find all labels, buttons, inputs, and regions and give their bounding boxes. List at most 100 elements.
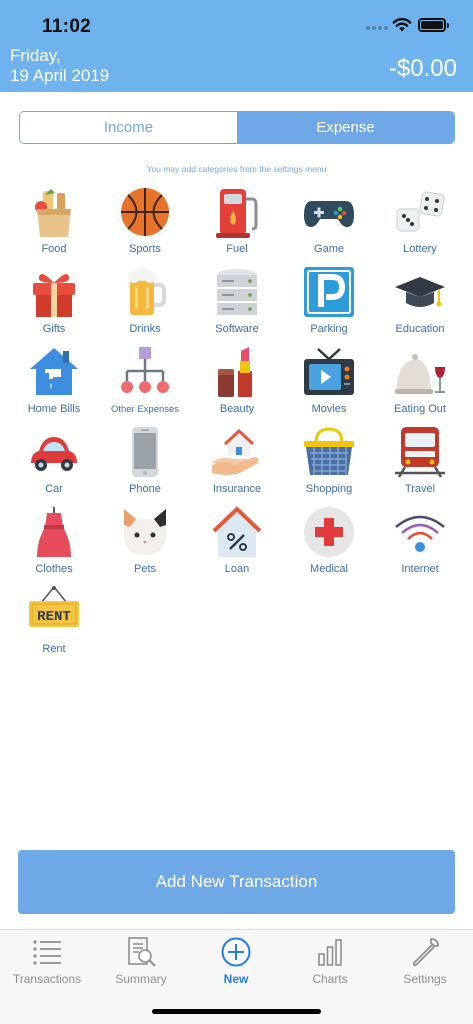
bar-chart-icon (318, 939, 342, 966)
category-medical[interactable]: Medical (283, 505, 375, 585)
category-label: Eating Out (394, 403, 446, 415)
category-label: Phone (129, 483, 161, 495)
tab-charts[interactable]: Charts (283, 936, 377, 992)
category-insurance[interactable]: Insurance (191, 425, 283, 505)
house-percent-icon (212, 506, 262, 557)
category-label: Gifts (42, 323, 66, 335)
add-transaction-button[interactable]: Add New Transaction (18, 850, 455, 914)
tab-settings[interactable]: Settings (378, 936, 472, 992)
hand-house-icon (212, 428, 259, 475)
income-segment[interactable]: Income (20, 112, 237, 143)
category-shopping[interactable]: Shopping (283, 425, 375, 505)
parking-sign-icon (304, 267, 354, 317)
tab-new[interactable]: New (189, 936, 283, 992)
category-label: Drinks (129, 323, 161, 335)
category-label: Shopping (305, 483, 353, 495)
category-label: Parking (310, 323, 348, 335)
total-amount: -$0.00 (388, 55, 457, 82)
date-day: Friday, (10, 46, 61, 65)
gift-icon (33, 274, 75, 317)
house-faucet-icon (30, 348, 78, 395)
category-label: Other Expenses (110, 404, 180, 415)
beer-mug-icon (128, 267, 166, 315)
category-label: Food (41, 243, 67, 255)
tab-transactions[interactable]: Transactions (0, 936, 94, 992)
dress-icon (37, 507, 71, 557)
wifi-icon (392, 17, 412, 32)
rent-sign-icon: RENT (29, 586, 79, 627)
category-loan[interactable]: Loan (191, 505, 283, 585)
lipstick-icon (218, 347, 252, 397)
category-other-expenses[interactable]: Other Expenses (99, 345, 191, 425)
category-pets[interactable]: Pets (99, 505, 191, 585)
phone-icon (132, 427, 158, 477)
plus-circle-icon (221, 937, 251, 967)
category-label: Internet (401, 563, 439, 575)
category-gifts[interactable]: Gifts (8, 265, 100, 345)
tab-label: Transactions (12, 972, 82, 986)
fuel-pump-icon (216, 189, 258, 238)
rent-sign-lettering: RENT (37, 609, 71, 625)
report-icon (128, 937, 156, 967)
type-segmented-control: Income Expense (19, 111, 455, 144)
train-icon (395, 427, 445, 478)
signal-icon (366, 26, 388, 30)
server-icon (217, 269, 257, 315)
category-label: Sports (129, 243, 161, 255)
category-label: Game (314, 243, 344, 255)
category-travel[interactable]: Travel (374, 425, 466, 505)
category-fuel[interactable]: Fuel (191, 185, 283, 265)
category-label: Lottery (403, 243, 437, 255)
category-label: Movies (311, 403, 347, 415)
tab-label: Charts (312, 972, 348, 986)
dice-icon (396, 191, 445, 232)
category-car[interactable]: Car (8, 425, 100, 505)
category-phone[interactable]: Phone (99, 425, 191, 505)
category-game[interactable]: Game (283, 185, 375, 265)
tab-summary[interactable]: Summary (94, 936, 188, 992)
category-label: Rent (42, 643, 66, 655)
basketball-icon (121, 188, 169, 236)
category-education[interactable]: Education (374, 265, 466, 345)
category-label: Medical (310, 563, 348, 575)
category-movies[interactable]: Movies (283, 345, 375, 425)
category-label: Insurance (212, 483, 262, 495)
hierarchy-icon (121, 347, 169, 393)
category-sports[interactable]: Sports (99, 185, 191, 265)
status-time: 11:02 (42, 16, 92, 37)
expense-segment[interactable]: Expense (237, 112, 454, 143)
car-icon (31, 437, 77, 471)
gamepad-icon (304, 201, 354, 227)
category-rent[interactable]: RENT Rent (8, 585, 100, 665)
category-label: Education (395, 323, 445, 335)
category-label: Car (45, 483, 63, 495)
category-home-bills[interactable]: Home Bills (8, 345, 100, 425)
medical-cross-icon (304, 507, 354, 557)
basket-icon (304, 427, 354, 475)
list-icon (33, 940, 61, 965)
wifi-signal-icon (395, 515, 445, 552)
category-label: Loan (224, 563, 250, 575)
category-lottery[interactable]: Lottery (374, 185, 466, 265)
cat-icon (124, 509, 166, 555)
category-food[interactable]: Food (8, 185, 100, 265)
category-label: Beauty (219, 403, 255, 415)
grocery-bag-icon (35, 189, 71, 237)
header: 11:02 Friday, 19 April 2019 -$0.00 (0, 0, 473, 92)
cloche-icon (395, 354, 445, 394)
tab-label: New (223, 972, 249, 986)
category-label: Pets (133, 563, 156, 575)
category-parking[interactable]: Parking (283, 265, 375, 345)
tv-icon (304, 348, 354, 395)
category-label: Fuel (226, 243, 248, 255)
tab-label: Settings (403, 972, 447, 986)
category-beauty[interactable]: Beauty (191, 345, 283, 425)
category-label: Software (215, 323, 259, 335)
category-drinks[interactable]: Drinks (99, 265, 191, 345)
category-clothes[interactable]: Clothes (8, 505, 100, 585)
category-eating-out[interactable]: Eating Out (374, 345, 466, 425)
category-software[interactable]: Software (191, 265, 283, 345)
category-internet[interactable]: Internet (374, 505, 466, 585)
graduation-cap-icon (395, 277, 445, 307)
date-full: 19 April 2019 (10, 66, 110, 85)
